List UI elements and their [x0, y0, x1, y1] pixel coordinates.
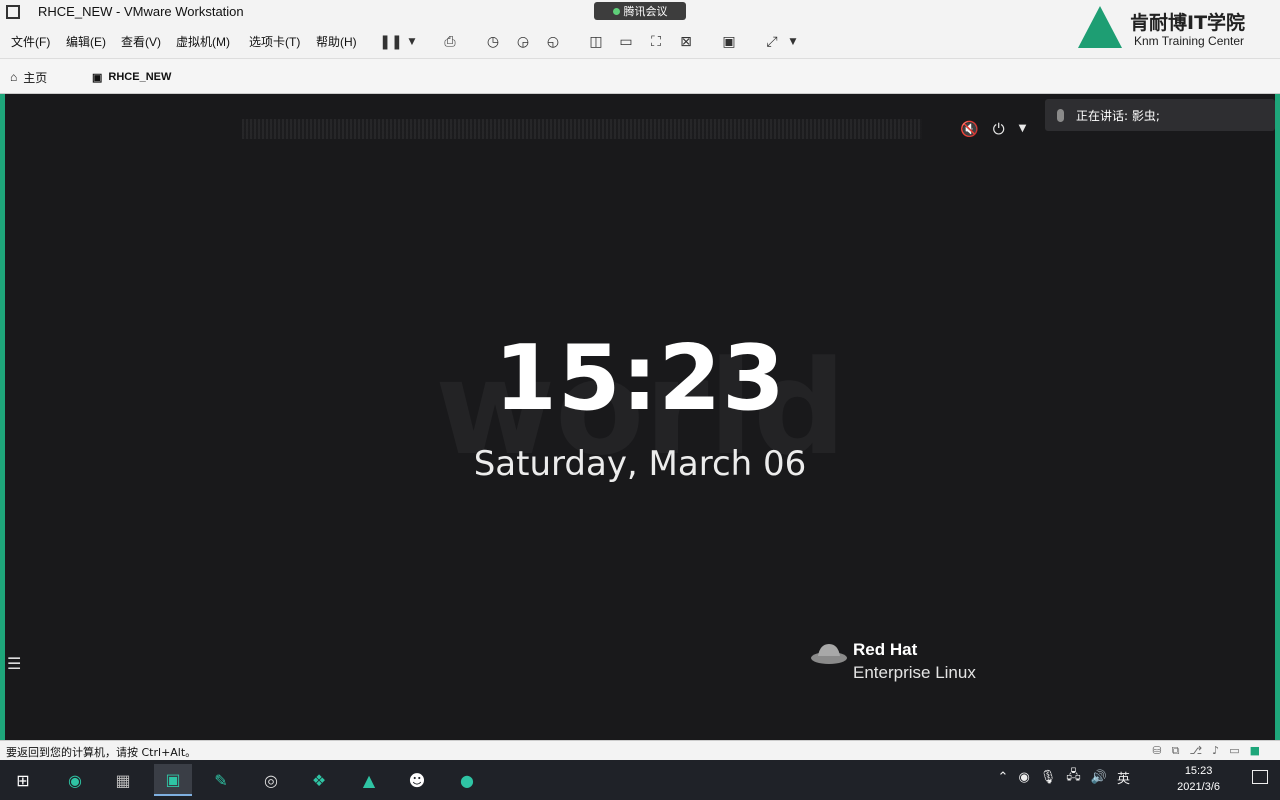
menu-vm[interactable]: 虚拟机(M)	[176, 33, 230, 50]
meeting-icon[interactable]: ▲	[350, 764, 388, 796]
status-message: 要返回到您的计算机，请按 Ctrl+Alt。	[6, 746, 197, 759]
usb-icon[interactable]: ⎇	[1189, 744, 1202, 758]
redhat-logo-icon	[811, 644, 847, 664]
window-title: RHCE_NEW - VMware Workstation	[38, 4, 244, 19]
meeting-indicator[interactable]: 腾讯会议	[594, 2, 686, 20]
tray-clock[interactable]: 15:23 2021/3/6	[1177, 763, 1220, 795]
redhat-branding: Red Hat Enterprise Linux	[810, 636, 1030, 686]
logo-name-cn: 肯耐博IT学院	[1130, 12, 1246, 34]
gnome-topbar	[242, 119, 922, 139]
obs-icon[interactable]: ◎	[252, 764, 290, 796]
logo-mark-icon	[1078, 6, 1122, 48]
snapshot-icon[interactable]: ◷	[483, 32, 503, 52]
start-icon[interactable]: ⊞	[4, 764, 42, 796]
brand-line1: Red Hat	[853, 640, 918, 659]
pause-icon[interactable]: ❚❚	[379, 32, 402, 52]
network-tray-icon[interactable]: 🖧	[1066, 766, 1081, 788]
message-icon[interactable]: ■	[1250, 744, 1260, 758]
sound-icon[interactable]: ♪	[1212, 744, 1219, 758]
pen-icon[interactable]: ✎	[202, 764, 240, 796]
training-center-logo: 肯耐博IT学院 Knm Training Center	[1070, 4, 1270, 54]
menu-tabs[interactable]: 选项卡(T)	[249, 33, 300, 50]
notification-icon[interactable]	[1252, 770, 1268, 784]
snapshot-manager-icon[interactable]: ◵	[543, 32, 563, 52]
menu-help[interactable]: 帮助(H)	[316, 33, 357, 50]
menu-view[interactable]: 查看(V)	[121, 33, 161, 50]
send-keys-icon[interactable]: ⎙	[440, 32, 460, 52]
system-tray: ⌃ ◉ 🎙 🖧 🔊 英	[998, 766, 1130, 788]
display-icon[interactable]: ▭	[1229, 744, 1239, 758]
dropdown-icon[interactable]: ▼	[402, 32, 422, 52]
meeting-label: 腾讯会议	[623, 6, 668, 18]
brand-line2: Enterprise Linux	[853, 663, 976, 682]
right-edge	[1275, 94, 1280, 740]
library-icon[interactable]: ◫	[586, 32, 606, 52]
tray-time: 15:23	[1184, 765, 1213, 777]
vmware-icon[interactable]: ▣	[154, 764, 192, 796]
logo-name-en: Knm Training Center	[1134, 34, 1245, 48]
list-icon[interactable]: ☰	[7, 654, 21, 673]
ime-indicator[interactable]: 英	[1117, 768, 1130, 787]
terminal-icon[interactable]: ▣	[719, 32, 739, 52]
home-icon: ⌂	[10, 70, 18, 84]
speaker-overlay: 正在讲话: 影虫;	[1045, 99, 1275, 131]
microphone-icon	[1057, 108, 1064, 122]
snapshot-revert-icon[interactable]: ◶	[513, 32, 533, 52]
tab-home-label: 主页	[23, 70, 48, 85]
chevron-up-icon[interactable]: ⌃	[998, 770, 1009, 785]
tab-home[interactable]: ⌂ 主页	[10, 65, 47, 89]
tab-bar: ⌂ 主页 ▣ RHCE_NEW	[0, 58, 1280, 94]
console-view-icon[interactable]: ▭	[616, 32, 636, 52]
vm-icon: ▣	[92, 71, 103, 84]
volume-muted-icon[interactable]: 🔇	[960, 120, 979, 138]
tab-rhce-new[interactable]: ▣ RHCE_NEW	[92, 65, 171, 89]
system-menu[interactable]: 🔇 ⏻ ▼	[960, 120, 1026, 138]
tab-rhce-new-label: RHCE_NEW	[108, 71, 172, 83]
record-icon[interactable]: ◉	[1018, 770, 1029, 785]
hdd-icon[interactable]: ⛁	[1152, 744, 1161, 758]
volume-icon[interactable]: 🔊	[1091, 770, 1107, 785]
speaker-text: 正在讲话: 影虫;	[1076, 108, 1160, 123]
qq-icon[interactable]: ☻	[398, 764, 436, 796]
menu-edit[interactable]: 编辑(E)	[66, 33, 106, 50]
windows-taskbar: ⊞ ◉ ▦ ▣ ✎ ◎ ❖ ▲ ☻ ● ⌃ ◉ 🎙 🖧 🔊 英 15:23 20…	[0, 760, 1280, 800]
dropdown-icon[interactable]: ▼	[783, 32, 803, 52]
network-adapter-icon[interactable]: ⧉	[1172, 744, 1180, 758]
signal-icon	[612, 7, 620, 15]
tray-date: 2021/3/6	[1177, 781, 1220, 793]
power-icon[interactable]: ⏻	[993, 120, 1005, 138]
menu-file[interactable]: 文件(F)	[11, 33, 50, 50]
network-icon[interactable]: ❖	[300, 764, 338, 796]
status-bar: 要返回到您的计算机，请按 Ctrl+Alt。 ⛁ ⧉ ⎇ ♪ ▭ ■	[0, 740, 1280, 760]
lock-screen-time: 15:23	[494, 326, 786, 431]
drop-icon[interactable]: ●	[448, 764, 486, 796]
device-icons: ⛁ ⧉ ⎇ ♪ ▭ ■	[1152, 744, 1260, 758]
vm-console[interactable]: 🔇 ⏻ ▼ world 15:23 Saturday, March 06 Red…	[5, 94, 1275, 740]
stretch-icon[interactable]: ⤢	[762, 32, 782, 52]
fullscreen-icon[interactable]: ⛶	[646, 32, 666, 52]
microphone-tray-icon[interactable]: 🎙	[1040, 770, 1057, 785]
vmware-app-icon	[6, 5, 20, 19]
remote-desktop-icon[interactable]: ▦	[104, 764, 142, 796]
lock-screen-date: Saturday, March 06	[473, 444, 807, 484]
chevron-down-icon[interactable]: ▼	[1019, 120, 1027, 138]
edge-icon[interactable]: ◉	[56, 764, 94, 796]
unity-icon[interactable]: ⊠	[676, 32, 696, 52]
